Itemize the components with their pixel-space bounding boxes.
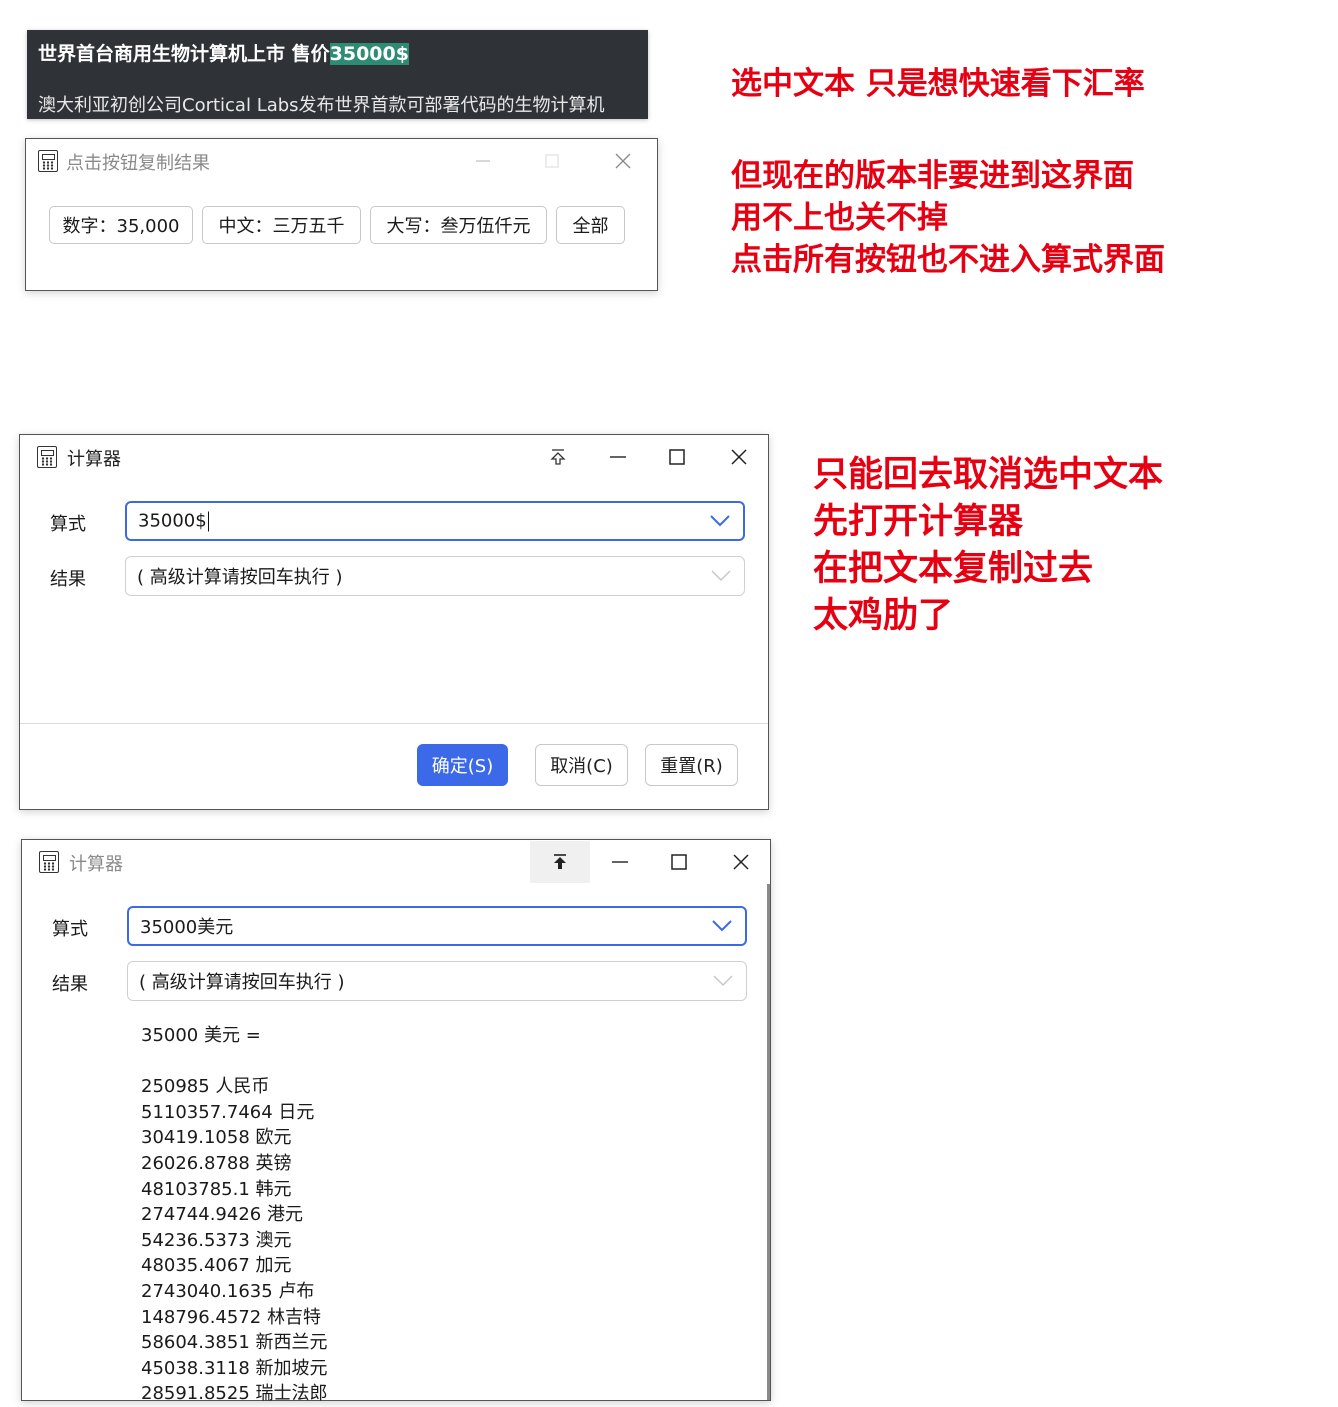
result-line: 48103785.1 韩元 bbox=[141, 1178, 292, 1200]
copy-uppercase-button[interactable]: 大写：叁万伍仟元 bbox=[370, 206, 547, 244]
reset-button[interactable]: 重置(R) bbox=[645, 744, 738, 786]
annotation-2-line: 用不上也关不掉 bbox=[731, 200, 948, 236]
close-button[interactable] bbox=[603, 144, 643, 178]
result-line: 5110357.7464 日元 bbox=[141, 1101, 315, 1123]
footer-divider bbox=[20, 723, 768, 724]
pin-button[interactable] bbox=[538, 440, 578, 474]
article-title: 世界首台商用生物计算机上市 售价35000$ bbox=[38, 39, 409, 66]
pin-button[interactable] bbox=[530, 841, 590, 883]
maximize-button[interactable] bbox=[532, 144, 572, 178]
maximize-button[interactable] bbox=[657, 440, 697, 474]
result-line: 148796.4572 林吉特 bbox=[141, 1306, 321, 1328]
result-line: 30419.1058 欧元 bbox=[141, 1127, 292, 1149]
annotation-3-line: 在把文本复制过去 bbox=[813, 549, 1094, 589]
minimize-button[interactable] bbox=[463, 144, 503, 178]
chevron-down-icon[interactable] bbox=[710, 569, 732, 583]
copy-result-popup: 点击按钮复制结果 数字：35,000 中文：三万五千 大写：叁万伍仟元 全部 bbox=[25, 138, 658, 291]
calculator-icon bbox=[39, 851, 59, 873]
reset-label: 重置(R) bbox=[660, 756, 723, 777]
annotation-2-line: 但现在的版本非要进到这界面 bbox=[731, 158, 1134, 194]
article-body: 澳大利亚初创公司Cortical Labs发布世界首款可部署代码的生物计算机 bbox=[38, 95, 605, 116]
article-snippet: 世界首台商用生物计算机上市 售价35000$ 澳大利亚初创公司Cortical … bbox=[27, 30, 648, 119]
chevron-down-icon[interactable] bbox=[709, 514, 731, 528]
minimize-button[interactable] bbox=[600, 845, 640, 879]
result-value: ( 高级计算请按回车执行 ) bbox=[137, 567, 343, 588]
result-label: 结果 bbox=[50, 569, 86, 590]
chevron-down-icon[interactable] bbox=[711, 919, 733, 933]
formula-input[interactable]: 35000美元 bbox=[127, 906, 747, 946]
scrollbar[interactable] bbox=[767, 884, 770, 1400]
result-line: 58604.3851 新西兰元 bbox=[141, 1332, 328, 1354]
close-icon bbox=[615, 153, 631, 169]
minimize-button[interactable] bbox=[598, 440, 638, 474]
close-icon bbox=[733, 854, 749, 870]
maximize-icon bbox=[669, 449, 685, 465]
minimize-icon bbox=[476, 160, 490, 162]
cancel-button[interactable]: 取消(C) bbox=[535, 744, 628, 786]
calculator-window-1: 计算器 算式 35000$ 结果 ( 高级计算请按回车执行 ) 确定(S) 取消… bbox=[19, 434, 769, 810]
pin-icon bbox=[550, 449, 566, 465]
popup-title: 点击按钮复制结果 bbox=[66, 153, 210, 174]
close-button[interactable] bbox=[721, 845, 761, 879]
result-line: 26026.8788 英镑 bbox=[141, 1152, 292, 1174]
formula-value: 35000美元 bbox=[140, 917, 234, 938]
maximize-icon bbox=[545, 154, 559, 168]
annotation-3: 只能回去取消选中文本 先打开计算器 在把文本复制过去 太鸡肋了 bbox=[813, 452, 1163, 640]
article-title-text: 世界首台商用生物计算机上市 售价 bbox=[38, 43, 330, 65]
calculator-icon bbox=[38, 150, 58, 172]
annotation-2: 但现在的版本非要进到这界面 用不上也关不掉 点击所有按钮也不进入算式界面 bbox=[731, 155, 1165, 281]
close-icon bbox=[731, 449, 747, 465]
result-field[interactable]: ( 高级计算请按回车执行 ) bbox=[127, 961, 747, 1001]
calculator-window-2: 计算器 算式 35000美元 结果 ( 高级计算请按回车执行 ) 35000 美… bbox=[21, 839, 771, 1404]
conversion-results: 35000 美元 = 250985 人民币 5110357.7464 日元 30… bbox=[141, 1023, 328, 1407]
annotation-3-line: 只能回去取消选中文本 bbox=[813, 455, 1164, 495]
result-value: ( 高级计算请按回车执行 ) bbox=[139, 972, 345, 993]
formula-value: 35000$ bbox=[138, 510, 207, 532]
text-caret bbox=[207, 511, 209, 532]
result-line: 54236.5373 澳元 bbox=[141, 1229, 292, 1251]
result-line: 2743040.1635 卢布 bbox=[141, 1280, 315, 1302]
close-button[interactable] bbox=[719, 440, 759, 474]
annotation-3-line: 先打开计算器 bbox=[813, 502, 1024, 542]
confirm-button[interactable]: 确定(S) bbox=[417, 744, 508, 786]
result-line: 45038.3118 新加坡元 bbox=[141, 1357, 328, 1379]
calculator-icon bbox=[37, 446, 57, 468]
selected-text[interactable]: 35000$ bbox=[329, 43, 409, 65]
popup-titlebar: 点击按钮复制结果 bbox=[26, 139, 657, 181]
calc1-titlebar: 计算器 bbox=[20, 435, 768, 477]
confirm-label: 确定(S) bbox=[431, 756, 494, 777]
annotation-1: 选中文本 只是想快速看下汇率 bbox=[731, 66, 1145, 102]
calc1-title: 计算器 bbox=[67, 449, 121, 470]
cancel-label: 取消(C) bbox=[550, 756, 613, 777]
copy-number-button[interactable]: 数字：35,000 bbox=[49, 206, 193, 244]
formula-label: 算式 bbox=[50, 514, 86, 535]
result-line: 274744.9426 港元 bbox=[141, 1204, 303, 1226]
minimize-icon bbox=[610, 456, 626, 458]
result-line: 250985 人民币 bbox=[141, 1076, 270, 1098]
annotation-2-line: 点击所有按钮也不进入算式界面 bbox=[731, 242, 1165, 278]
copy-chinese-button[interactable]: 中文：三万五千 bbox=[202, 206, 361, 244]
maximize-icon bbox=[671, 854, 687, 870]
maximize-button[interactable] bbox=[659, 845, 699, 879]
result-line: 28591.8525 瑞士法郎 bbox=[141, 1383, 328, 1405]
result-line: 48035.4067 加元 bbox=[141, 1255, 292, 1277]
calc2-titlebar: 计算器 bbox=[22, 840, 770, 883]
copy-all-button[interactable]: 全部 bbox=[556, 206, 625, 244]
formula-input[interactable]: 35000$ bbox=[125, 501, 745, 541]
formula-label: 算式 bbox=[52, 919, 88, 940]
results-header: 35000 美元 = bbox=[141, 1025, 261, 1046]
annotation-3-line: 太鸡肋了 bbox=[813, 596, 954, 636]
chevron-down-icon[interactable] bbox=[712, 974, 734, 988]
calc2-title: 计算器 bbox=[69, 854, 123, 875]
minimize-icon bbox=[612, 861, 628, 863]
pin-icon bbox=[554, 854, 566, 869]
result-field[interactable]: ( 高级计算请按回车执行 ) bbox=[125, 556, 745, 596]
result-label: 结果 bbox=[52, 974, 88, 995]
